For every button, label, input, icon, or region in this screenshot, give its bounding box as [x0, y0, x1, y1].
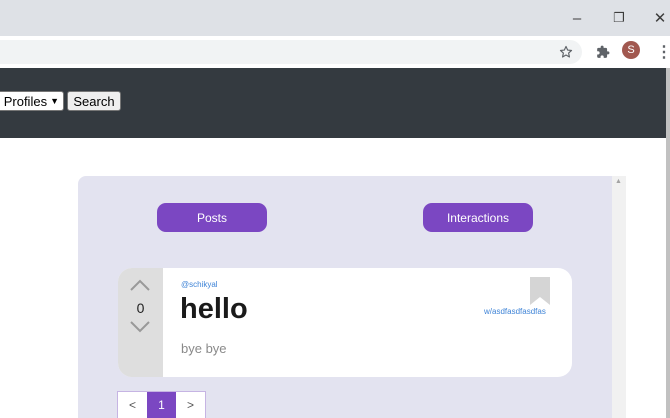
site-navbar: Profiles ▼ Search: [0, 68, 670, 138]
address-bar[interactable]: [0, 40, 582, 64]
chevron-down-icon: ▼: [50, 96, 59, 106]
page-next-button[interactable]: >: [176, 392, 205, 418]
tab-posts[interactable]: Posts: [157, 203, 267, 232]
restore-button[interactable]: ❐: [602, 0, 636, 36]
browser-titlebar: – ❐ ✕: [0, 0, 670, 36]
search-button[interactable]: Search: [67, 91, 121, 111]
post-author-link[interactable]: @schikyal: [181, 280, 218, 289]
page-scrollbar[interactable]: [666, 68, 670, 418]
pagination: < 1 >: [117, 391, 206, 418]
panel-scrollbar[interactable]: [612, 176, 626, 418]
search-type-select[interactable]: Profiles ▼: [0, 91, 64, 111]
minimize-button[interactable]: –: [560, 0, 594, 36]
browser-menu-icon[interactable]: ⋮: [652, 40, 670, 64]
post-title[interactable]: hello: [180, 293, 248, 326]
scroll-up-icon[interactable]: ▲: [615, 178, 622, 185]
star-icon[interactable]: [554, 40, 578, 64]
bookmark-icon[interactable]: [530, 277, 550, 305]
search-type-value: Profiles: [3, 93, 48, 109]
upvote-icon[interactable]: [129, 278, 151, 292]
downvote-icon[interactable]: [129, 320, 151, 334]
post-body: bye bye: [181, 341, 227, 356]
profile-avatar[interactable]: S: [622, 41, 640, 59]
tab-interactions[interactable]: Interactions: [423, 203, 533, 232]
close-window-button[interactable]: ✕: [643, 0, 670, 36]
vote-column: 0: [118, 268, 163, 377]
page-1-button[interactable]: 1: [147, 392, 176, 418]
puzzle-icon[interactable]: [591, 40, 615, 64]
post-card[interactable]: 0 @schikyal hello bye bye w/asdfasdfasdf…: [118, 268, 572, 377]
page-prev-button[interactable]: <: [118, 392, 147, 418]
vote-count: 0: [136, 300, 145, 316]
browser-toolbar: ⋮: [0, 36, 670, 68]
community-link[interactable]: w/asdfasdfasdfas: [484, 307, 546, 316]
